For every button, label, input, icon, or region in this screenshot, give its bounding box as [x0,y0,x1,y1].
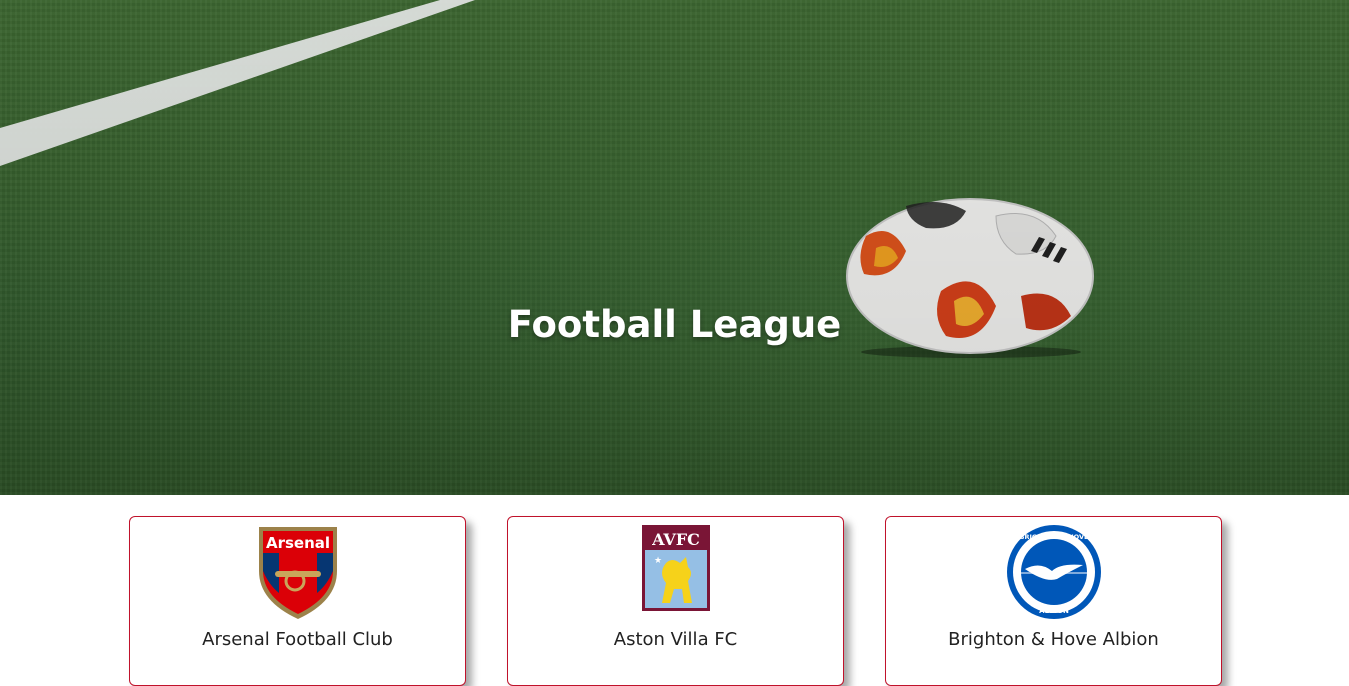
arsenal-crest-icon: Arsenal [258,527,337,619]
page-title: Football League [507,303,842,346]
team-name: Aston Villa FC [613,629,738,650]
svg-text:★: ★ [654,556,662,566]
svg-text:ALBION: ALBION [1039,607,1069,615]
svg-text:BRIGHTON & HOVE: BRIGHTON & HOVE [1019,533,1088,541]
aston-villa-crest-icon: AVFC ★ [641,525,710,611]
svg-text:Arsenal: Arsenal [265,534,329,552]
hero-banner: Football League [0,0,1349,495]
team-name: Brighton & Hove Albion [948,629,1159,650]
svg-text:AVFC: AVFC [651,530,700,549]
pitch-line [0,0,475,166]
team-name: Arsenal Football Club [202,629,393,650]
brighton-crest-icon: BRIGHTON & HOVE ALBION [1006,525,1101,619]
